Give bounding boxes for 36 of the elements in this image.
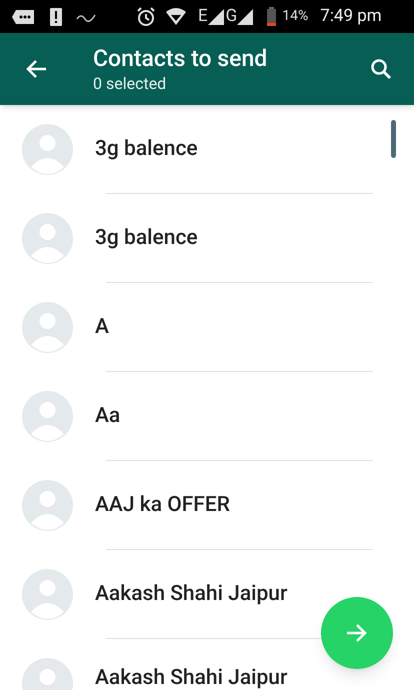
contact-row[interactable]: Aakash Shahi Jaipur bbox=[0, 639, 414, 690]
contact-name: A bbox=[95, 314, 109, 341]
battery-icon bbox=[267, 7, 276, 26]
back-arrow-icon bbox=[25, 59, 47, 79]
contact-row[interactable]: AAJ ka OFFER bbox=[0, 461, 414, 550]
avatar-icon bbox=[22, 213, 73, 264]
signal-icon bbox=[208, 8, 224, 24]
search-icon bbox=[370, 58, 392, 80]
avatar-icon bbox=[22, 569, 73, 620]
avatar-icon bbox=[22, 480, 73, 531]
contact-row[interactable]: 3g balence bbox=[0, 105, 414, 194]
signal-icon bbox=[237, 8, 254, 24]
arrow-right-icon bbox=[346, 623, 368, 643]
contact-name: AAJ ka OFFER bbox=[95, 492, 230, 519]
contact-name: Aa bbox=[95, 402, 120, 430]
alert-icon bbox=[50, 8, 62, 26]
contact-row[interactable]: 3g balence bbox=[0, 194, 414, 283]
wifi-icon bbox=[166, 8, 186, 26]
scrollbar bbox=[391, 120, 396, 158]
contact-name: 3g balence bbox=[95, 224, 198, 252]
network-type: E bbox=[198, 4, 208, 28]
clock: 7:49 pm bbox=[320, 4, 382, 28]
contact-name: 3g balence bbox=[95, 136, 198, 163]
contact-name: Aakash Shahi Jaipur bbox=[95, 580, 288, 608]
contact-name: Aakash Shahi Jaipur bbox=[95, 667, 288, 689]
battery-percentage: 14% bbox=[282, 7, 308, 26]
avatar-icon bbox=[22, 302, 73, 353]
avatar-icon bbox=[22, 124, 73, 175]
avatar-icon bbox=[22, 391, 73, 442]
network-type: G bbox=[226, 4, 238, 28]
screen-title: Contacts to send bbox=[93, 44, 268, 74]
selection-count: 0 selected bbox=[93, 74, 168, 94]
contact-row[interactable]: A bbox=[0, 283, 414, 372]
contact-row[interactable]: Aa bbox=[0, 372, 414, 461]
message-icon bbox=[12, 8, 36, 24]
alarm-icon bbox=[136, 6, 156, 26]
